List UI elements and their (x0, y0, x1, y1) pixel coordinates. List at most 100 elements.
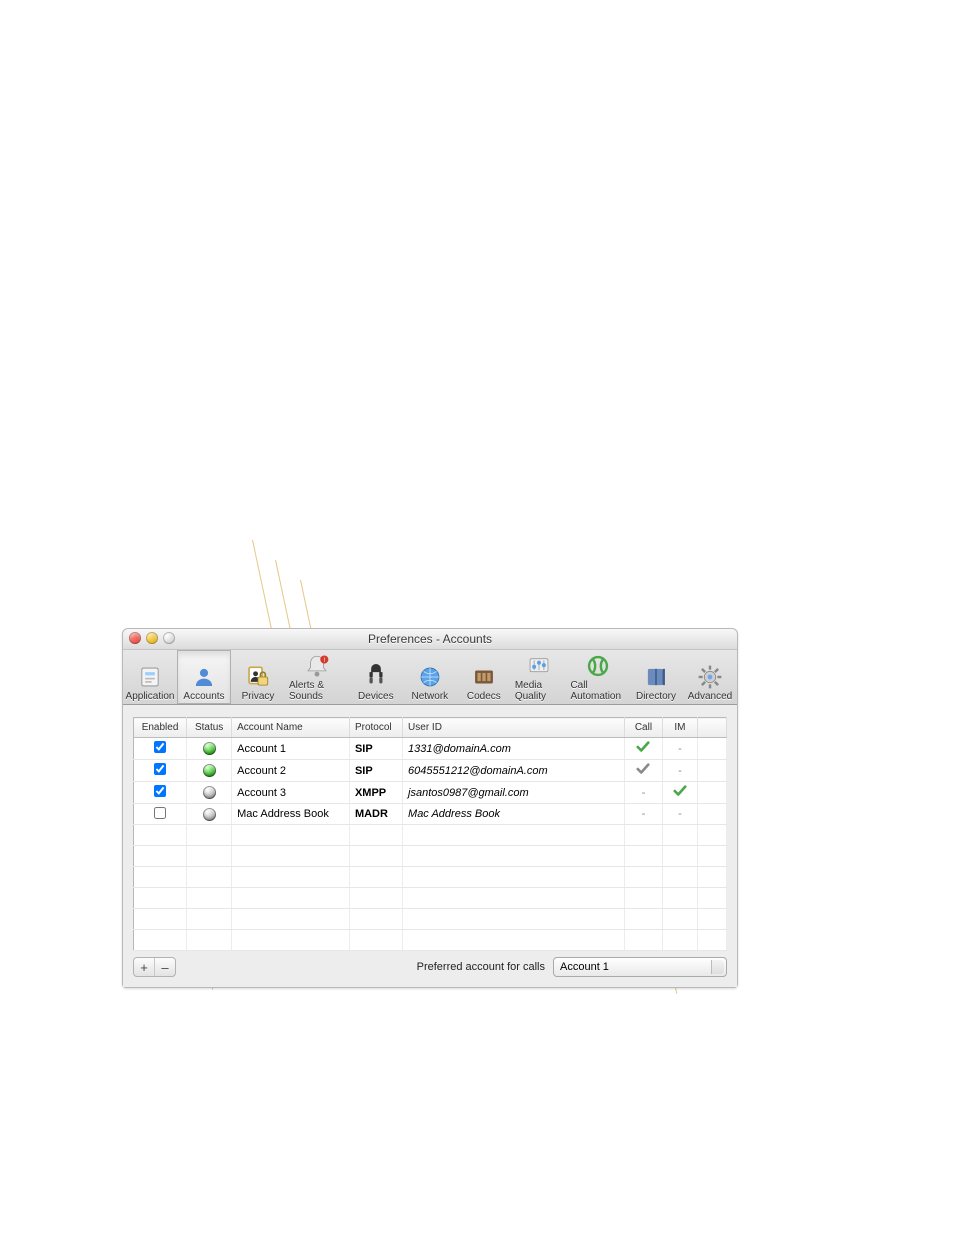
dash-icon: - (678, 808, 682, 820)
preferences-toolbar: Application Accounts Privacy! Alerts & Soun… (123, 650, 737, 705)
im-cell: - (662, 760, 697, 782)
account-name-cell: Mac Address Book (232, 804, 350, 825)
col-protocol[interactable]: Protocol (349, 718, 402, 738)
tab-media[interactable]: Media Quality (511, 650, 567, 704)
account-row[interactable]: Mac Address BookMADRMac Address Book - - (134, 804, 727, 825)
tab-directory[interactable]: Directory (629, 650, 683, 704)
col-im[interactable]: IM (662, 718, 697, 738)
call-cell: - (625, 804, 663, 825)
tab-label: Alerts & Sounds (289, 680, 345, 702)
remove-account-button[interactable]: – (155, 958, 175, 976)
status-gray-icon (203, 786, 216, 799)
svg-text:!: ! (323, 657, 325, 664)
call-cell (625, 760, 663, 782)
table-header-row: Enabled Status Account Name Protocol Use… (134, 718, 727, 738)
account-row[interactable]: Account 2SIP6045551212@domainA.com - (134, 760, 727, 782)
tab-privacy[interactable]: Privacy (231, 650, 285, 704)
spacer-cell (698, 738, 727, 760)
user-id-cell: jsantos0987@gmail.com (403, 782, 625, 804)
empty-row (134, 825, 727, 846)
account-name-cell: Account 3 (232, 782, 350, 804)
call-cell (625, 738, 663, 760)
alerts-icon: ! (304, 653, 330, 679)
tab-label: Application (126, 691, 175, 702)
preferred-account-select[interactable]: Account 1 ▲▼ (553, 957, 727, 977)
status-green-icon (203, 764, 216, 777)
tab-label: Network (412, 691, 449, 702)
enabled-checkbox[interactable] (154, 785, 166, 797)
tab-accounts[interactable]: Accounts (177, 650, 231, 704)
tab-label: Call Automation (570, 680, 625, 702)
im-cell (662, 782, 697, 804)
protocol-cell: MADR (349, 804, 402, 825)
checkmark-green-icon (636, 740, 650, 754)
empty-row (134, 909, 727, 930)
protocol-cell: SIP (349, 738, 402, 760)
preferred-account-label: Preferred account for calls (417, 961, 545, 973)
tab-codecs[interactable]: Codecs (457, 650, 511, 704)
codecs-icon (471, 664, 497, 690)
protocol-cell: SIP (349, 760, 402, 782)
tab-callauto[interactable]: Call Automation (566, 650, 629, 704)
add-remove-group: + – (133, 957, 176, 977)
status-green-icon (203, 742, 216, 755)
media-icon (526, 653, 552, 679)
accounts-table: Enabled Status Account Name Protocol Use… (133, 717, 727, 951)
user-id-cell: Mac Address Book (403, 804, 625, 825)
network-icon (417, 664, 443, 690)
tab-label: Privacy (242, 691, 275, 702)
col-call[interactable]: Call (625, 718, 663, 738)
spacer-cell (698, 760, 727, 782)
tab-application[interactable]: Application (123, 650, 177, 704)
callauto-icon (585, 653, 611, 679)
preferences-window: Preferences - Accounts Application Accoun… (122, 628, 738, 988)
status-gray-icon (203, 808, 216, 821)
tab-label: Devices (358, 691, 394, 702)
user-id-cell: 6045551212@domainA.com (403, 760, 625, 782)
im-cell: - (662, 738, 697, 760)
empty-row (134, 867, 727, 888)
tab-label: Accounts (183, 691, 224, 702)
tab-label: Directory (636, 691, 676, 702)
enabled-checkbox[interactable] (154, 763, 166, 775)
application-icon (137, 664, 163, 690)
spacer-cell (698, 804, 727, 825)
account-row[interactable]: Account 3XMPPjsantos0987@gmail.com- (134, 782, 727, 804)
add-account-button[interactable]: + (134, 958, 155, 976)
enabled-checkbox[interactable] (154, 741, 166, 753)
empty-row (134, 888, 727, 909)
im-cell: - (662, 804, 697, 825)
checkmark-gray-icon (636, 762, 650, 776)
enabled-checkbox[interactable] (154, 807, 166, 819)
accounts-bottombar: + – Preferred account for calls Account … (133, 957, 727, 977)
tab-label: Codecs (467, 691, 501, 702)
zoom-icon[interactable] (163, 632, 175, 644)
col-user-id[interactable]: User ID (403, 718, 625, 738)
account-name-cell: Account 1 (232, 738, 350, 760)
tab-alerts[interactable]: ! Alerts & Sounds (285, 650, 349, 704)
tab-network[interactable]: Network (403, 650, 457, 704)
protocol-cell: XMPP (349, 782, 402, 804)
account-row[interactable]: Account 1SIP1331@domainA.com- (134, 738, 727, 760)
tab-devices[interactable]: Devices (349, 650, 403, 704)
accounts-pane: Enabled Status Account Name Protocol Use… (123, 705, 737, 987)
empty-row (134, 846, 727, 867)
col-status[interactable]: Status (187, 718, 232, 738)
checkmark-green-icon (673, 784, 687, 798)
dash-icon: - (642, 808, 646, 820)
col-spacer (698, 718, 727, 738)
tab-advanced[interactable]: Advanced (683, 650, 737, 704)
close-icon[interactable] (129, 632, 141, 644)
col-enabled[interactable]: Enabled (134, 718, 187, 738)
dash-icon: - (678, 765, 682, 777)
account-name-cell: Account 2 (232, 760, 350, 782)
col-account-name[interactable]: Account Name (232, 718, 350, 738)
window-title: Preferences - Accounts (368, 632, 492, 646)
window-controls (129, 632, 175, 644)
minimize-icon[interactable] (146, 632, 158, 644)
select-stepper-icon: ▲▼ (715, 962, 722, 972)
spacer-cell (698, 782, 727, 804)
window-titlebar: Preferences - Accounts (123, 629, 737, 650)
privacy-icon (245, 664, 271, 690)
tab-label: Media Quality (515, 680, 563, 702)
